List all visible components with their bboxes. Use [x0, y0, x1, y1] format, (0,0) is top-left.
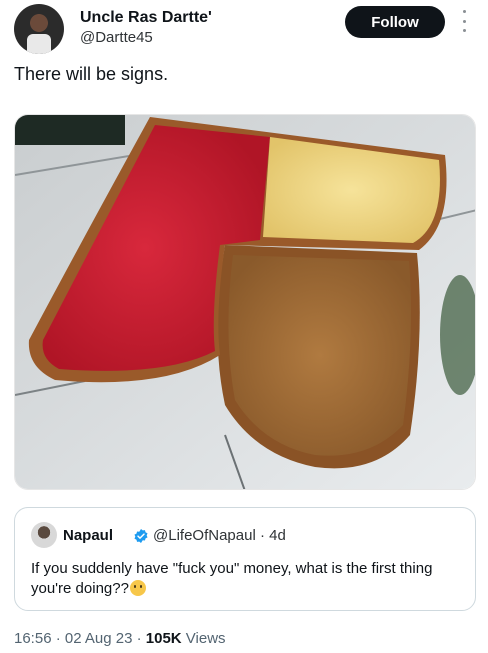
author-name[interactable]: Uncle Ras Dartte'	[80, 9, 212, 27]
quoted-tweet-text-content: If you suddenly have "fuck you" money, w…	[31, 560, 433, 597]
author-handle[interactable]: @Dartte45	[80, 29, 153, 46]
bread-photo-image	[15, 115, 475, 489]
quoted-tweet-text: If you suddenly have "fuck you" money, w…	[31, 559, 461, 599]
author-avatar[interactable]	[14, 4, 64, 54]
quoted-author-avatar	[31, 522, 57, 548]
verified-badge-icon	[134, 529, 148, 543]
views-label: Views	[181, 630, 226, 647]
tweet-text: There will be signs.	[14, 64, 169, 84]
tweet-header: Uncle Ras Dartte' @Dartte45 Follow	[0, 0, 488, 56]
more-vertical-icon[interactable]	[458, 10, 470, 32]
quoted-tweet[interactable]: Napaul @LifeOfNapaul · 4d If you suddenl…	[14, 507, 476, 611]
views-count: 105K	[145, 630, 182, 647]
thinking-face-emoji	[129, 580, 146, 596]
tweet-photo[interactable]	[14, 114, 476, 490]
quoted-author-name: Napaul	[63, 527, 114, 544]
quoted-author-handle: @LifeOfNapaul · 4d	[153, 527, 286, 544]
tweet-meta: 16:56 · 02 Aug 23 · 105K Views	[14, 630, 226, 647]
tweet-timestamp[interactable]: 16:56 · 02 Aug 23 ·	[14, 630, 146, 647]
follow-button[interactable]: Follow	[345, 6, 445, 38]
